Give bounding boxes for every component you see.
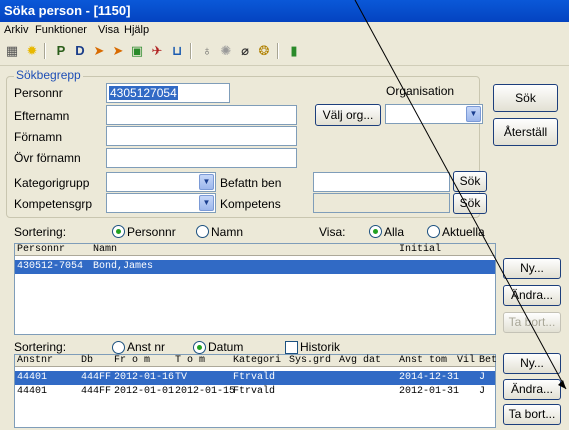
pointer-line xyxy=(354,0,567,390)
